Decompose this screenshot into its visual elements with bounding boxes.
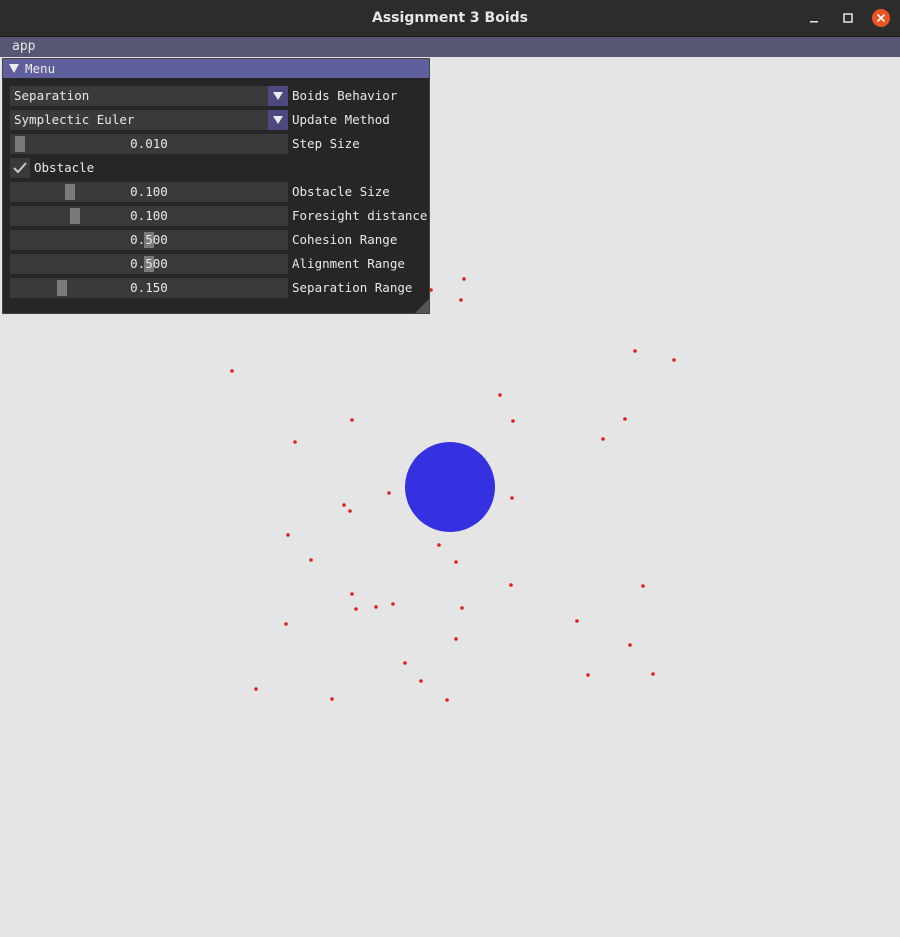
panel-title: Menu	[25, 61, 56, 76]
update-method-combo-value: Symplectic Euler	[14, 112, 135, 127]
boid-particle	[342, 503, 346, 507]
update-method-combo[interactable]: Symplectic Euler	[10, 110, 288, 130]
settings-panel: Menu Separation Boids Behavior Symplecti…	[2, 58, 430, 314]
window-title: Assignment 3 Boids	[372, 10, 528, 26]
behavior-combo-arrow[interactable]	[268, 86, 288, 106]
boid-particle	[284, 622, 288, 626]
checkmark-icon	[13, 162, 27, 174]
foresight-value: 0.100	[130, 208, 168, 223]
boid-particle	[462, 277, 466, 281]
collapse-triangle-icon[interactable]	[9, 64, 19, 73]
step-size-label: Step Size	[292, 136, 360, 151]
boid-particle	[651, 672, 655, 676]
dropdown-arrow-icon	[273, 92, 283, 100]
maximize-button[interactable]	[839, 9, 857, 27]
step-size-value: 0.010	[130, 136, 168, 151]
cohesion-slider[interactable]: 0.500	[10, 230, 288, 250]
foresight-label: Foresight distance	[292, 208, 428, 223]
boid-particle	[575, 619, 579, 623]
separation-value: 0.150	[130, 280, 168, 295]
behavior-label: Boids Behavior	[292, 88, 398, 103]
cohesion-label: Cohesion Range	[292, 232, 398, 247]
update-method-combo-arrow[interactable]	[268, 110, 288, 130]
boid-particle	[454, 560, 458, 564]
boid-particle	[437, 543, 441, 547]
behavior-combo-value: Separation	[14, 88, 90, 103]
boid-particle	[350, 418, 354, 422]
obstacle-checkbox-label: Obstacle	[34, 160, 95, 175]
obstacle-size-slider[interactable]: 0.100	[10, 182, 288, 202]
maximize-icon	[843, 13, 853, 23]
main-menubar: app	[0, 37, 900, 57]
obstacle-size-value: 0.100	[130, 184, 168, 199]
alignment-slider[interactable]: 0.500	[10, 254, 288, 274]
update-method-label: Update Method	[292, 112, 390, 127]
close-icon	[872, 9, 890, 27]
boid-particle	[601, 437, 605, 441]
boid-particle	[348, 509, 352, 513]
boid-particle	[459, 298, 463, 302]
cohesion-value: 0.500	[130, 232, 168, 247]
boid-particle	[511, 419, 515, 423]
boid-particle	[460, 606, 464, 610]
boid-particle	[286, 533, 290, 537]
boid-particle	[330, 697, 334, 701]
boid-particle	[586, 673, 590, 677]
boid-particle	[374, 605, 378, 609]
separation-label: Separation Range	[292, 280, 413, 295]
app-menu[interactable]: app	[12, 37, 35, 57]
minimize-button[interactable]	[805, 9, 823, 27]
boid-particle	[293, 440, 297, 444]
boid-particle	[309, 558, 313, 562]
step-size-slider[interactable]: 0.010	[10, 134, 288, 154]
resize-grip-icon[interactable]	[415, 299, 429, 313]
close-button[interactable]	[872, 9, 890, 27]
boid-particle	[419, 679, 423, 683]
boid-particle	[454, 637, 458, 641]
boid-particle	[510, 496, 514, 500]
boid-particle	[445, 698, 449, 702]
boid-particle	[403, 661, 407, 665]
obstacle-size-label: Obstacle Size	[292, 184, 390, 199]
boid-particle	[641, 584, 645, 588]
dropdown-arrow-icon	[273, 116, 283, 124]
boid-particle	[633, 349, 637, 353]
alignment-label: Alignment Range	[292, 256, 405, 271]
panel-titlebar[interactable]: Menu	[3, 59, 429, 78]
boid-particle	[354, 607, 358, 611]
alignment-value: 0.500	[130, 256, 168, 271]
obstacle-checkbox[interactable]	[10, 158, 30, 178]
obstacle-circle	[405, 442, 495, 532]
separation-slider[interactable]: 0.150	[10, 278, 288, 298]
boid-particle	[672, 358, 676, 362]
boid-particle	[509, 583, 513, 587]
boid-particle	[254, 687, 258, 691]
boid-particle	[391, 602, 395, 606]
boid-particle	[623, 417, 627, 421]
boid-particle	[387, 491, 391, 495]
boid-particle	[628, 643, 632, 647]
minimize-icon	[810, 21, 818, 23]
boid-particle	[350, 592, 354, 596]
window-titlebar: Assignment 3 Boids	[0, 0, 900, 37]
boid-particle	[498, 393, 502, 397]
boid-particle	[230, 369, 234, 373]
foresight-slider[interactable]: 0.100	[10, 206, 288, 226]
behavior-combo[interactable]: Separation	[10, 86, 288, 106]
